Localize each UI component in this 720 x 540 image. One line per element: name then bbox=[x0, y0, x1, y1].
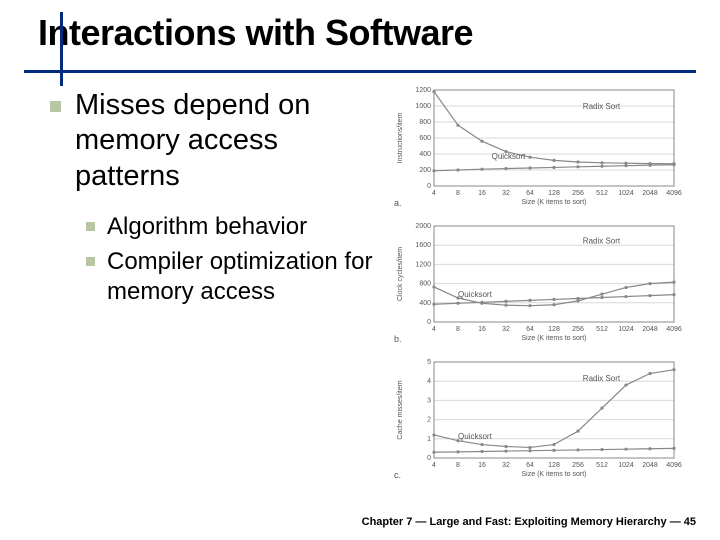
svg-text:8: 8 bbox=[456, 190, 460, 197]
svg-text:32: 32 bbox=[502, 326, 510, 333]
svg-text:256: 256 bbox=[572, 462, 584, 469]
svg-text:b.: b. bbox=[394, 334, 402, 344]
chart-svg: 0 200 400 600 800 1000 1200 4 8 16 32 64 128 256 512 10… bbox=[392, 82, 682, 212]
svg-text:4: 4 bbox=[432, 190, 436, 197]
svg-text:16: 16 bbox=[478, 462, 486, 469]
svg-text:8: 8 bbox=[456, 462, 460, 469]
svg-text:400: 400 bbox=[419, 300, 431, 307]
svg-text:16: 16 bbox=[478, 190, 486, 197]
svg-text:256: 256 bbox=[572, 326, 584, 333]
svg-text:1200: 1200 bbox=[415, 87, 431, 94]
svg-text:400: 400 bbox=[419, 151, 431, 158]
svg-text:128: 128 bbox=[548, 190, 560, 197]
charts-column: 0200400600800100012004816326412825651210… bbox=[386, 82, 696, 490]
svg-text:4: 4 bbox=[432, 462, 436, 469]
svg-text:0: 0 bbox=[427, 183, 431, 190]
svg-text:Cache misses/item: Cache misses/item bbox=[397, 380, 404, 439]
bullet-level2: Compiler optimization for memory access bbox=[86, 247, 386, 306]
svg-text:1024: 1024 bbox=[618, 326, 634, 333]
svg-text:2048: 2048 bbox=[642, 190, 658, 197]
title-block: Interactions with Software bbox=[24, 12, 696, 54]
accent-rule-vertical bbox=[60, 12, 63, 86]
svg-text:Size (K items to sort): Size (K items to sort) bbox=[522, 199, 587, 206]
sub-bullets: Algorithm behavior Compiler optimization… bbox=[86, 212, 386, 306]
svg-text:Quicksort: Quicksort bbox=[458, 290, 493, 299]
svg-text:1200: 1200 bbox=[415, 261, 431, 268]
chart-svg: 0 400 800 1200 1600 2000 4 8 16 32 64 128 256 512 1024… bbox=[392, 218, 682, 348]
svg-text:2000: 2000 bbox=[415, 223, 431, 230]
svg-text:4096: 4096 bbox=[666, 326, 682, 333]
svg-text:4096: 4096 bbox=[666, 462, 682, 469]
accent-rule-horizontal bbox=[24, 70, 696, 73]
bullet-level2: Algorithm behavior bbox=[86, 212, 386, 241]
svg-text:Clock cycles/item: Clock cycles/item bbox=[397, 247, 404, 301]
svg-text:Size (K items to sort): Size (K items to sort) bbox=[522, 471, 587, 478]
svg-text:3: 3 bbox=[427, 397, 431, 404]
svg-text:4096: 4096 bbox=[666, 190, 682, 197]
svg-text:1600: 1600 bbox=[415, 242, 431, 249]
svg-text:512: 512 bbox=[596, 190, 608, 197]
svg-text:2: 2 bbox=[427, 417, 431, 424]
chart-c: 0 1 2 3 4 5 4 8 16 32 64 128 256 512 1024 2048 4096 Radix… bbox=[392, 354, 696, 484]
svg-text:2048: 2048 bbox=[642, 326, 658, 333]
svg-text:Quicksort: Quicksort bbox=[492, 152, 527, 161]
bullet-text: Misses depend on memory access patterns bbox=[75, 88, 386, 194]
svg-text:5: 5 bbox=[427, 359, 431, 366]
bullet-icon bbox=[86, 257, 95, 266]
svg-text:64: 64 bbox=[526, 462, 534, 469]
slide: Interactions with Software Misses depend… bbox=[0, 0, 720, 540]
svg-text:600: 600 bbox=[419, 135, 431, 142]
svg-text:1024: 1024 bbox=[618, 462, 634, 469]
svg-text:16: 16 bbox=[478, 326, 486, 333]
svg-text:0: 0 bbox=[427, 455, 431, 462]
svg-text:8: 8 bbox=[456, 326, 460, 333]
svg-text:Instructions/item: Instructions/item bbox=[397, 112, 404, 163]
svg-text:0: 0 bbox=[427, 319, 431, 326]
svg-text:a.: a. bbox=[394, 198, 402, 208]
svg-text:128: 128 bbox=[548, 326, 560, 333]
svg-text:800: 800 bbox=[419, 119, 431, 126]
svg-text:32: 32 bbox=[502, 190, 510, 197]
bullet-level1: Misses depend on memory access patterns bbox=[50, 88, 386, 194]
bullet-icon bbox=[86, 222, 95, 231]
svg-text:4: 4 bbox=[427, 378, 431, 385]
svg-text:512: 512 bbox=[596, 462, 608, 469]
svg-text:2048: 2048 bbox=[642, 462, 658, 469]
svg-text:64: 64 bbox=[526, 326, 534, 333]
slide-body: Misses depend on memory access patterns … bbox=[24, 82, 696, 490]
chart-b: 0 400 800 1200 1600 2000 4 8 16 32 64 128 256 512 1024… bbox=[392, 218, 696, 348]
svg-text:512: 512 bbox=[596, 326, 608, 333]
bullet-text: Algorithm behavior bbox=[107, 212, 307, 241]
svg-text:64: 64 bbox=[526, 190, 534, 197]
slide-footer: Chapter 7 — Large and Fast: Exploiting M… bbox=[362, 516, 696, 528]
svg-text:1: 1 bbox=[427, 436, 431, 443]
svg-text:Quicksort: Quicksort bbox=[458, 432, 493, 441]
svg-text:4: 4 bbox=[432, 326, 436, 333]
bullet-text: Compiler optimization for memory access bbox=[107, 247, 386, 306]
svg-text:200: 200 bbox=[419, 167, 431, 174]
svg-text:c.: c. bbox=[394, 470, 401, 480]
svg-text:Radix Sort: Radix Sort bbox=[583, 374, 621, 383]
bullet-icon bbox=[50, 101, 61, 112]
svg-text:Radix Sort: Radix Sort bbox=[583, 236, 621, 245]
svg-text:1024: 1024 bbox=[618, 190, 634, 197]
svg-text:128: 128 bbox=[548, 462, 560, 469]
svg-text:Radix Sort: Radix Sort bbox=[583, 102, 621, 111]
svg-text:1000: 1000 bbox=[415, 103, 431, 110]
slide-title: Interactions with Software bbox=[24, 12, 696, 54]
svg-text:Size (K items to sort): Size (K items to sort) bbox=[522, 335, 587, 342]
svg-text:32: 32 bbox=[502, 462, 510, 469]
svg-text:256: 256 bbox=[572, 190, 584, 197]
chart-a: 0 200 400 600 800 1000 1200 4 8 16 32 64 128 256 512 10… bbox=[392, 82, 696, 212]
chart-svg: 0 1 2 3 4 5 4 8 16 32 64 128 256 512 1024 2048 4096 Radix… bbox=[392, 354, 682, 484]
svg-text:800: 800 bbox=[419, 281, 431, 288]
text-column: Misses depend on memory access patterns … bbox=[24, 82, 386, 490]
